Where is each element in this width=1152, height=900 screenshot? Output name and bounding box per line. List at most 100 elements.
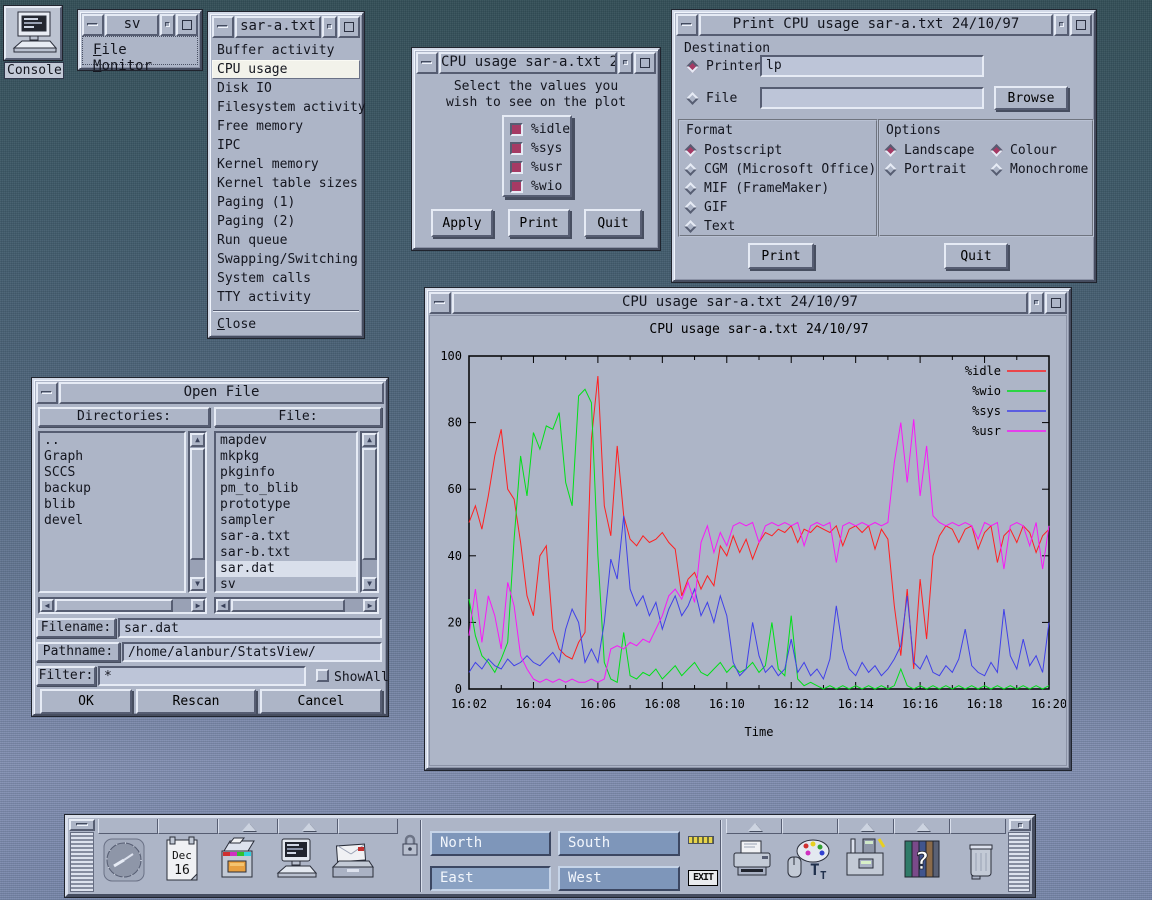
menu-item-free-memory[interactable]: Free memory (212, 117, 360, 136)
window-menu-button[interactable] (36, 382, 58, 404)
menu-item-kernel-memory[interactable]: Kernel memory (212, 155, 360, 174)
print-button[interactable]: Print (508, 209, 570, 237)
menu-item-tty-activity[interactable]: TTY activity (212, 288, 360, 307)
scroll-up-button[interactable]: ▲ (190, 433, 205, 447)
window-menu-button[interactable] (212, 16, 234, 38)
subpanel-arrow-icon[interactable] (242, 823, 256, 831)
subpanel-tab[interactable] (894, 819, 950, 834)
printer-control[interactable] (729, 835, 777, 891)
subpanel-arrow-icon[interactable] (748, 823, 762, 831)
calendar-control[interactable]: Dec 16 (159, 835, 207, 891)
mail-control[interactable] (329, 835, 377, 891)
file-item-prototype[interactable]: prototype (216, 497, 356, 513)
scroll-down-button[interactable]: ▼ (362, 577, 377, 591)
subpanel-tab[interactable] (726, 819, 782, 834)
window-menu-button[interactable] (676, 14, 698, 36)
directories-hscrollbar[interactable]: ◀ ▶ (38, 597, 207, 614)
window-menu-button[interactable] (82, 14, 104, 36)
scroll-thumb[interactable] (231, 599, 345, 612)
maximize-button[interactable] (338, 16, 360, 38)
directory-item-sccs[interactable]: SCCS (40, 465, 184, 481)
workspace-button-south[interactable]: South (558, 831, 680, 856)
minimize-button[interactable] (160, 14, 175, 36)
toggle-wio[interactable]: %wio (510, 177, 570, 196)
file-item-sar-a-txt[interactable]: sar-a.txt (216, 529, 356, 545)
subpanel-tab[interactable] (218, 819, 278, 834)
toggle-sys[interactable]: %sys (510, 139, 570, 158)
toggle-usr[interactable]: %usr (510, 158, 570, 177)
destination-file-radio[interactable]: File (688, 89, 737, 108)
output-file-field[interactable] (760, 87, 984, 109)
scroll-thumb[interactable] (190, 448, 205, 560)
clock-control[interactable] (101, 835, 149, 891)
subpanel-tab[interactable] (278, 819, 338, 834)
help-control[interactable]: ? (901, 835, 949, 891)
file-item-sar-b-txt[interactable]: sar-b.txt (216, 545, 356, 561)
scroll-left-button[interactable]: ◀ (40, 599, 54, 612)
rescan-button[interactable]: Rescan (136, 689, 256, 714)
application-manager-control[interactable] (843, 835, 891, 891)
scroll-left-button[interactable]: ◀ (216, 599, 230, 612)
workspace-button-east[interactable]: East (430, 866, 551, 891)
filter-field[interactable]: * (98, 666, 306, 686)
directories-vscrollbar[interactable]: ▲ ▼ (188, 431, 207, 593)
format-mif-framemaker[interactable]: MIF (FrameMaker) (686, 179, 876, 198)
lock-icon[interactable] (401, 834, 419, 862)
directory-item-[interactable]: .. (40, 433, 184, 449)
menu-item-filesystem-activity[interactable]: Filesystem activity (212, 98, 360, 117)
quit-button[interactable]: Quit (584, 209, 642, 237)
scroll-right-button[interactable]: ▶ (363, 599, 377, 612)
browse-button[interactable]: Browse (994, 86, 1068, 110)
file-item-sv[interactable]: sv (216, 577, 356, 593)
format-text[interactable]: Text (686, 217, 876, 236)
subpanel-arrow-icon[interactable] (916, 823, 930, 831)
print-button[interactable]: Print (748, 243, 814, 269)
menu-item-run-queue[interactable]: Run queue (212, 231, 360, 250)
menu-item-paging-2[interactable]: Paging (2) (212, 212, 360, 231)
maximize-button[interactable] (176, 14, 198, 36)
directory-item-backup[interactable]: backup (40, 481, 184, 497)
monitor-menu[interactable]: Monitor (93, 58, 152, 74)
destination-printer-radio[interactable]: Printer (688, 57, 761, 76)
menu-item-cpu-usage[interactable]: CPU usage (212, 60, 360, 79)
scroll-thumb[interactable] (362, 448, 377, 560)
menu-item-buffer-activity[interactable]: Buffer activity (212, 41, 360, 60)
menu-item-disk-io[interactable]: Disk IO (212, 79, 360, 98)
menu-item-close[interactable]: Close (212, 315, 360, 334)
files-hscrollbar[interactable]: ◀ ▶ (214, 597, 379, 614)
menu-item-kernel-table-sizes[interactable]: Kernel table sizes (212, 174, 360, 193)
minimize-button[interactable] (1054, 14, 1069, 36)
ok-button[interactable]: OK (40, 689, 132, 714)
window-menu-button[interactable] (416, 52, 438, 74)
subpanel-tab[interactable] (838, 819, 894, 834)
menu-item-system-calls[interactable]: System calls (212, 269, 360, 288)
directory-item-graph[interactable]: Graph (40, 449, 184, 465)
file-manager-control[interactable] (214, 835, 262, 891)
scroll-down-button[interactable]: ▼ (190, 577, 205, 591)
menu-item-paging-1[interactable]: Paging (1) (212, 193, 360, 212)
workspace-button-west[interactable]: West (558, 866, 680, 891)
scroll-thumb[interactable] (55, 599, 173, 612)
minimize-button[interactable] (1029, 292, 1044, 314)
maximize-button[interactable] (634, 52, 656, 74)
file-item-mapdev[interactable]: mapdev (216, 433, 356, 449)
scroll-up-button[interactable]: ▲ (362, 433, 377, 447)
panel-menu-button[interactable] (1009, 819, 1031, 831)
menu-item-ipc[interactable]: IPC (212, 136, 360, 155)
menu-item-swapping-switching[interactable]: Swapping/Switching (212, 250, 360, 269)
color-colour[interactable]: Colour (992, 141, 1088, 160)
panel-menu-button[interactable] (69, 819, 95, 831)
files-vscrollbar[interactable]: ▲ ▼ (360, 431, 379, 593)
file-item-pm-to-blib[interactable]: pm_to_blib (216, 481, 356, 497)
file-item-sampler[interactable]: sampler (216, 513, 356, 529)
format-gif[interactable]: GIF (686, 198, 876, 217)
window-menu-button[interactable] (429, 292, 451, 314)
quit-button[interactable]: Quit (944, 243, 1008, 269)
subpanel-arrow-icon[interactable] (860, 823, 874, 831)
filename-field[interactable]: sar.dat (118, 618, 382, 638)
format-cgm-microsoft-office[interactable]: CGM (Microsoft Office) (686, 160, 876, 179)
file-item-pkginfo[interactable]: pkginfo (216, 465, 356, 481)
maximize-button[interactable] (1070, 14, 1092, 36)
scroll-right-button[interactable]: ▶ (191, 599, 205, 612)
terminal-control[interactable] (272, 835, 320, 891)
